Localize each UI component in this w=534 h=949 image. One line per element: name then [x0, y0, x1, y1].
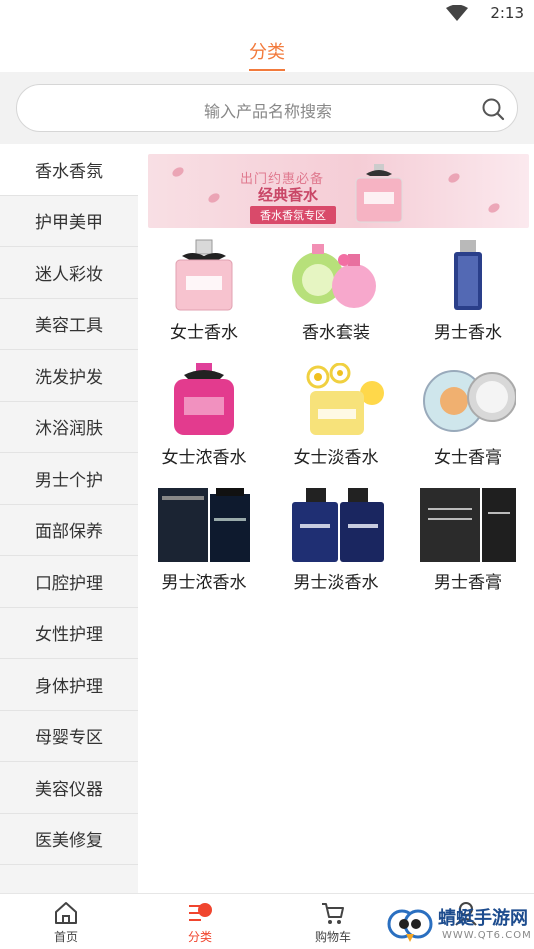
watermark-text: 蜻蜓手游网 [438, 908, 528, 929]
mens-eau-de-parfum-image [158, 488, 250, 562]
sidebar-item-beauty-tools[interactable]: 美容工具 [0, 299, 138, 350]
mens-perfume-image [454, 240, 482, 310]
petal-decoration [446, 171, 462, 185]
sidebar-item-face[interactable]: 面部保养 [0, 505, 138, 556]
category-card[interactable]: 男士浓香水 [138, 482, 270, 607]
mens-solid-perfume-image [420, 488, 516, 562]
category-label: 女士香膏 [434, 448, 502, 468]
sidebar-item-label: 迷人彩妆 [35, 264, 103, 285]
category-label: 香水套装 [302, 323, 370, 343]
category-label: 女士浓香水 [161, 448, 247, 468]
perfume-set-image [292, 244, 376, 308]
category-card[interactable]: 女士香水 [138, 232, 270, 357]
category-label: 男士淡香水 [293, 573, 379, 593]
category-card[interactable]: 男士香水 [402, 232, 534, 357]
sidebar-item-feminine[interactable]: 女性护理 [0, 608, 138, 659]
category-card[interactable]: 女士淡香水 [270, 357, 402, 482]
watermark-logo: 蜻蜓手游网 WWW.QT6.COM [386, 902, 534, 946]
womens-eau-de-parfum-image [174, 363, 234, 435]
womens-perfume-image [175, 239, 233, 311]
nav-home[interactable]: 首页 [16, 898, 116, 946]
nav-category-label: 分类 [187, 930, 212, 944]
sidebar-item-label: 身体护理 [35, 676, 103, 697]
category-sidebar: 香水香氛 护甲美甲 迷人彩妆 美容工具 洗发护发 沐浴润肤 男士个护 面部保养 … [0, 144, 138, 893]
banner-title: 经典香水 [258, 186, 319, 204]
petal-decoration [206, 191, 222, 205]
search-area: 输入产品名称搜索 [0, 72, 534, 144]
dragonfly-logo-icon [387, 909, 433, 942]
womens-solid-perfume-image [423, 370, 516, 432]
mens-eau-de-toilette-image [292, 488, 384, 562]
search-placeholder: 输入产品名称搜索 [203, 102, 332, 121]
wifi-icon [446, 5, 468, 21]
sidebar-item-label: 美容工具 [35, 316, 103, 337]
title-underline [249, 69, 285, 71]
page-title: 分类 [249, 42, 285, 63]
category-icon [189, 903, 212, 921]
sidebar-item-label: 男士个护 [35, 470, 103, 491]
womens-eau-de-toilette-image [306, 363, 384, 435]
sidebar-item-label: 美容仪器 [35, 779, 103, 800]
nav-home-label: 首页 [53, 930, 78, 944]
sidebar-item-oral[interactable]: 口腔护理 [0, 556, 138, 608]
sidebar-item-label: 面部保养 [35, 522, 103, 543]
sidebar-item-perfume[interactable]: 香水香氛 [0, 144, 138, 196]
home-icon [55, 902, 77, 924]
sidebar-item-baby[interactable]: 母婴专区 [0, 711, 138, 762]
sidebar-item-repair[interactable]: 医美修复 [0, 814, 138, 865]
sidebar-item-label: 口腔护理 [35, 573, 103, 594]
category-card[interactable]: 香水套装 [270, 232, 402, 357]
petal-decoration [170, 165, 186, 179]
sidebar-item-label: 洗发护发 [35, 367, 103, 388]
nav-cart-label: 购物车 [314, 930, 351, 944]
sidebar-item-devices[interactable]: 美容仪器 [0, 762, 138, 814]
sidebar-item-makeup[interactable]: 迷人彩妆 [0, 247, 138, 299]
category-label: 女士香水 [170, 323, 238, 343]
promo-banner[interactable]: 出门约惠必备 经典香水 香水香氛专区 [148, 154, 529, 228]
status-bar: 2:13 [0, 0, 534, 28]
category-card[interactable]: 男士淡香水 [270, 482, 402, 607]
petal-decoration [486, 201, 502, 215]
search-icon[interactable] [481, 97, 505, 121]
sidebar-item-label: 沐浴润肤 [35, 419, 103, 440]
page-header: 分类 [0, 28, 534, 72]
sidebar-item-label: 护甲美甲 [35, 213, 103, 234]
category-content: 出门约惠必备 经典香水 香水香氛专区 女士香水 香水套装 男士香水 女士浓香水 … [138, 144, 534, 893]
category-card[interactable]: 女士香膏 [402, 357, 534, 482]
nav-category[interactable]: 分类 [150, 898, 250, 946]
cart-icon [322, 903, 344, 924]
sidebar-item-label: 香水香氛 [35, 161, 103, 182]
sidebar-item-label: 医美修复 [35, 831, 103, 852]
category-card[interactable]: 女士浓香水 [138, 357, 270, 482]
sidebar-item-hair[interactable]: 洗发护发 [0, 350, 138, 402]
category-label: 男士香膏 [434, 573, 502, 593]
sidebar-item-men[interactable]: 男士个护 [0, 453, 138, 505]
nav-cart[interactable]: 购物车 [283, 898, 383, 946]
search-input[interactable]: 输入产品名称搜索 [16, 84, 518, 132]
watermark-url: WWW.QT6.COM [442, 930, 532, 941]
perfume-bottle-image [355, 164, 403, 223]
sidebar-item-label: 女性护理 [35, 625, 103, 646]
category-label: 女士淡香水 [293, 448, 379, 468]
sidebar-item-body[interactable]: 身体护理 [0, 659, 138, 711]
category-label: 男士浓香水 [161, 573, 247, 593]
sidebar-item-nails[interactable]: 护甲美甲 [0, 196, 138, 247]
status-time: 2:13 [490, 4, 524, 22]
banner-tag: 香水香氛专区 [250, 206, 336, 224]
category-label: 男士香水 [434, 323, 502, 343]
sidebar-item-label: 母婴专区 [35, 728, 103, 749]
category-card[interactable]: 男士香膏 [402, 482, 534, 607]
sidebar-item-bath[interactable]: 沐浴润肤 [0, 402, 138, 453]
